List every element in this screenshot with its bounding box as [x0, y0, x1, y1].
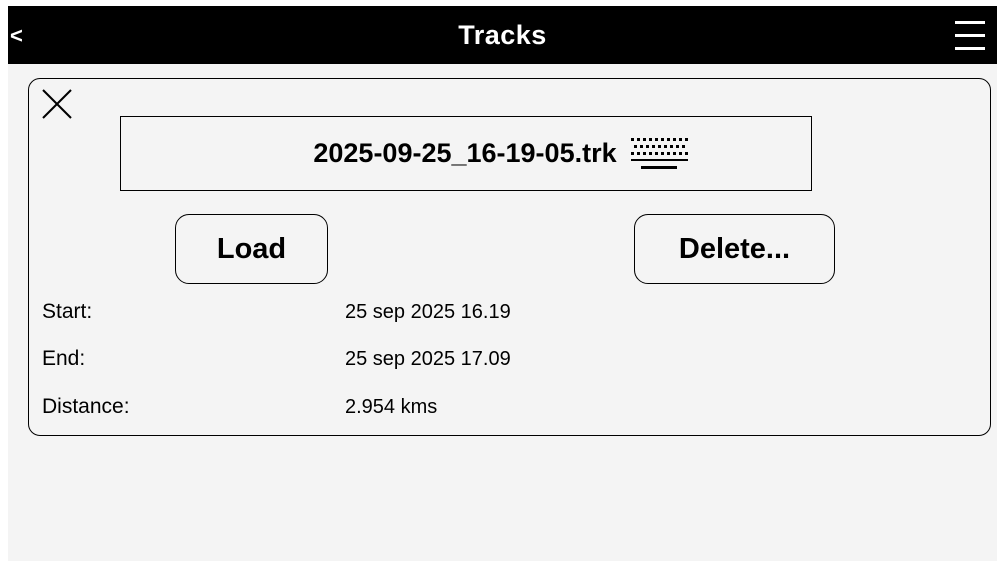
keyboard-icon[interactable]: [629, 134, 689, 174]
file-name-text: 2025-09-25_16-19-05.trk: [313, 138, 617, 168]
close-button[interactable]: [39, 86, 75, 122]
close-icon: [42, 89, 72, 119]
title-bar: < Tracks: [8, 6, 997, 64]
start-value: 25 sep 2025 16.19: [345, 301, 511, 323]
end-value: 25 sep 2025 17.09: [345, 348, 511, 370]
page-title: Tracks: [458, 19, 547, 50]
menu-button[interactable]: [951, 16, 991, 56]
end-label: End:: [42, 347, 86, 370]
app-screen: < Tracks 2025-09-25_16-19-05.trk Load De…: [8, 6, 997, 561]
distance-label: Distance:: [42, 395, 130, 418]
start-label: Start:: [42, 300, 93, 323]
hamburger-menu-icon: [955, 21, 985, 50]
file-name-field[interactable]: 2025-09-25_16-19-05.trk: [120, 116, 812, 191]
distance-value: 2.954 kms: [345, 396, 438, 418]
delete-button[interactable]: Delete...: [634, 214, 835, 284]
track-detail-panel: 2025-09-25_16-19-05.trk Load Delete... S…: [28, 78, 991, 436]
load-button[interactable]: Load: [175, 214, 328, 284]
